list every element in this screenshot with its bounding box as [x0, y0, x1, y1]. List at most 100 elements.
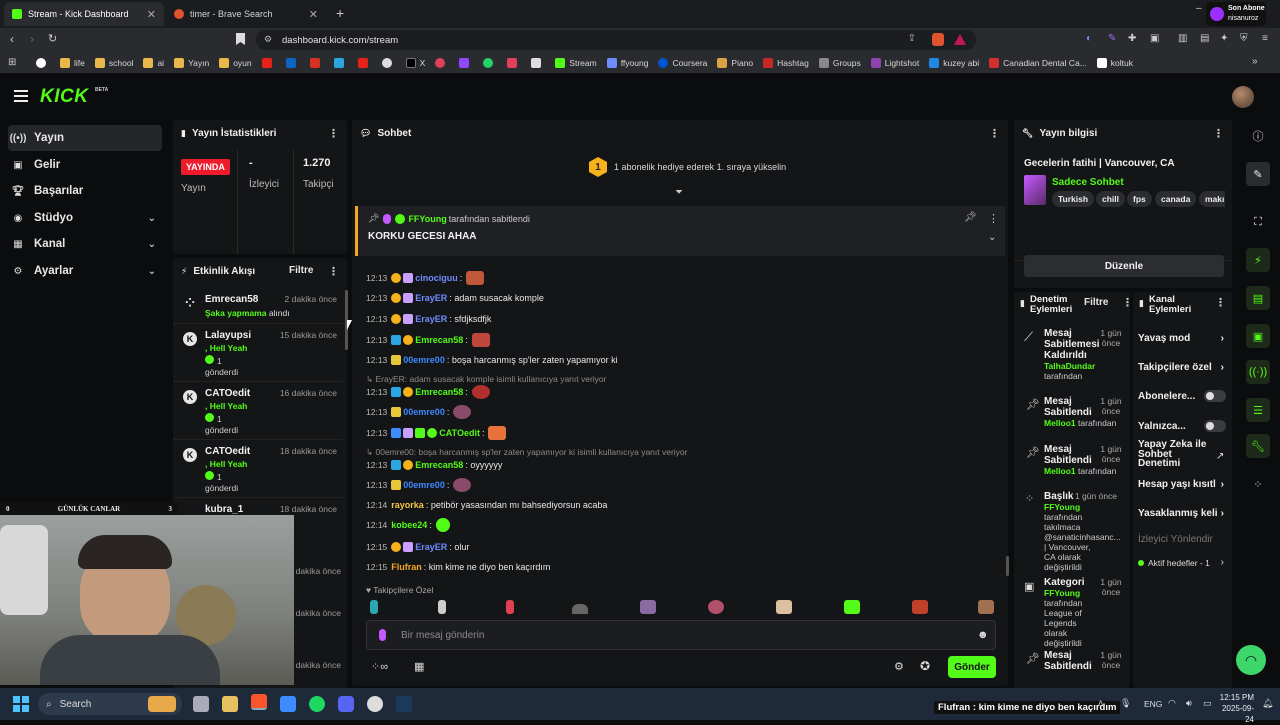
- emote-image[interactable]: [776, 600, 792, 614]
- tab-timer[interactable]: timer - Brave Search ✕: [166, 2, 326, 26]
- edit-icon[interactable]: ✎: [1246, 162, 1270, 186]
- bookmark-groups[interactable]: Groups: [818, 57, 861, 68]
- chat-bot-icon[interactable]: ✪: [920, 659, 930, 673]
- filter-button[interactable]: Filtre: [1084, 297, 1108, 308]
- chat-username[interactable]: 00emre00: [403, 355, 445, 365]
- bookmark-coursera[interactable]: Coursera: [658, 57, 707, 68]
- avatar[interactable]: [1232, 86, 1254, 108]
- extension-icon[interactable]: ◐: [1086, 33, 1092, 44]
- emote-image[interactable]: [844, 600, 860, 614]
- sidebar-item-gelir[interactable]: ▣ Gelir: [8, 152, 162, 178]
- channel-action-followers-only[interactable]: Takipçilere özel ›: [1138, 362, 1230, 373]
- bookmark-item[interactable]: [381, 57, 396, 68]
- more-options-icon[interactable]: ⋮: [328, 265, 339, 278]
- users-icon[interactable]: ⁘: [1246, 472, 1270, 496]
- bookmark-ffyoung[interactable]: ffyoung: [606, 57, 648, 68]
- forward-icon[interactable]: ›: [30, 32, 34, 46]
- extensions-icon[interactable]: ✚: [1128, 33, 1136, 44]
- clipboard-icon[interactable]: ▤: [1246, 286, 1270, 310]
- emote-image[interactable]: [640, 600, 656, 614]
- bookmark-stream[interactable]: Stream: [555, 57, 597, 68]
- sidebar-toggle-icon[interactable]: ▥: [1178, 33, 1187, 44]
- screenshot-icon[interactable]: ▣: [1150, 33, 1159, 44]
- stream-category[interactable]: Sadece Sohbet: [1052, 177, 1124, 188]
- steam-icon[interactable]: [396, 696, 412, 712]
- emoji-icon[interactable]: ☻: [977, 629, 989, 641]
- reload-icon[interactable]: ↻: [48, 32, 57, 45]
- emote-image[interactable]: [912, 600, 928, 614]
- bookmark-koltuk[interactable]: koltuk: [1096, 57, 1133, 68]
- chat-username[interactable]: 00emre00: [403, 480, 445, 490]
- bolt-icon[interactable]: ⚡︎: [1246, 248, 1270, 272]
- chat-username[interactable]: 00emre00: [403, 407, 445, 417]
- only-toggle[interactable]: [1204, 420, 1226, 432]
- unpin-icon[interactable]: 📌︎: [964, 212, 977, 223]
- broadcast-icon[interactable]: ((·)): [1246, 360, 1270, 384]
- minimize-icon[interactable]: –: [1196, 3, 1202, 14]
- more-options-icon[interactable]: ⋮: [1215, 296, 1226, 309]
- points-icon[interactable]: ⁘∞: [371, 660, 388, 673]
- brave-browser-icon[interactable]: [251, 694, 267, 710]
- info-icon[interactable]: ⓘ: [1246, 124, 1270, 148]
- chat-settings-icon[interactable]: ⚙: [894, 660, 904, 673]
- bookmark-item[interactable]: [36, 57, 50, 68]
- channel-action-ai-moderation[interactable]: Yapay Zeka ile Sohbet Denetimi: [1138, 440, 1216, 469]
- chat-username[interactable]: Emrecan58: [415, 335, 463, 345]
- layers-icon[interactable]: ☰: [1246, 398, 1270, 422]
- chat-username[interactable]: ErayER: [415, 314, 447, 324]
- sidebar-item-kanal[interactable]: ▦ Kanal ⌄: [8, 231, 162, 257]
- subscribers-toggle[interactable]: [1204, 390, 1226, 402]
- bookmark-item[interactable]: [333, 57, 348, 68]
- support-headset-icon[interactable]: ◠: [1236, 645, 1266, 675]
- chat-username[interactable]: CATOedit: [439, 428, 480, 438]
- chat-username[interactable]: ErayER: [415, 293, 447, 303]
- emote-image[interactable]: [370, 600, 378, 614]
- chat-username[interactable]: rayorka: [391, 500, 424, 510]
- chat-bubble-icon[interactable]: ▣: [1246, 324, 1270, 348]
- bookmark-hashtag[interactable]: Hashtag: [763, 57, 809, 68]
- apps-grid-icon[interactable]: ⊞: [8, 57, 16, 68]
- kick-logo[interactable]: KICK: [40, 86, 88, 108]
- more-options-icon[interactable]: ⋮: [1213, 127, 1224, 140]
- chat-username[interactable]: Emrecan58: [415, 387, 463, 397]
- app-icon[interactable]: [280, 696, 296, 712]
- pinned-by-user[interactable]: FFYoung: [408, 214, 446, 224]
- new-tab-icon[interactable]: +: [336, 5, 344, 21]
- bookmark-x[interactable]: X: [405, 57, 425, 68]
- volume-icon[interactable]: 🔊︎: [1186, 698, 1192, 709]
- leo-icon[interactable]: ✦: [1220, 33, 1228, 44]
- more-options-icon[interactable]: ⋮: [1122, 296, 1130, 309]
- brave-rewards-icon[interactable]: [954, 34, 966, 45]
- bookmark-item[interactable]: [309, 57, 324, 68]
- chat-username[interactable]: ErayER: [415, 542, 447, 552]
- extension-pen-icon[interactable]: ✎: [1108, 33, 1116, 44]
- channel-action-banned-words[interactable]: Yasaklanmış keli ›: [1138, 508, 1230, 519]
- bookmark-folder[interactable]: school: [94, 57, 133, 68]
- notifications-icon[interactable]: 🔔︎: [1262, 698, 1273, 709]
- emote-image[interactable]: [978, 600, 994, 614]
- store-icon[interactable]: ▦: [414, 660, 424, 673]
- brave-shields-icon[interactable]: [932, 33, 944, 46]
- taskbar-search[interactable]: ⌕ Search: [38, 693, 182, 715]
- bookmark-item[interactable]: [459, 57, 473, 68]
- tab-stream[interactable]: Stream - Kick Dashboard ✕: [4, 2, 164, 26]
- fullscreen-icon[interactable]: ⛶: [1246, 210, 1270, 234]
- bookmark-item[interactable]: [483, 57, 497, 68]
- battery-icon[interactable]: ▭: [1203, 698, 1212, 709]
- chat-username[interactable]: kobee24: [391, 520, 427, 530]
- bookmark-piano[interactable]: Piano: [717, 57, 753, 68]
- filter-button[interactable]: Filtre: [289, 265, 313, 276]
- external-link-icon[interactable]: ↗: [1216, 451, 1224, 462]
- language-indicator[interactable]: ENG: [1144, 699, 1162, 709]
- emote-image[interactable]: [572, 604, 588, 614]
- channel-action-account-age[interactable]: Hesap yaşı kısıtl ›: [1138, 479, 1230, 490]
- close-tab-icon[interactable]: ✕: [147, 8, 156, 21]
- chat-username[interactable]: cinociguu: [415, 273, 458, 283]
- wallet-icon[interactable]: ▤: [1200, 33, 1209, 44]
- active-goals[interactable]: Aktif hedefler - 1 ›: [1138, 557, 1230, 569]
- spotify-icon[interactable]: [309, 696, 325, 712]
- more-options-icon[interactable]: ⋮: [988, 212, 999, 225]
- bookmark-folder[interactable]: ai: [143, 57, 164, 68]
- bookmark-item[interactable]: [285, 57, 300, 68]
- url-field[interactable]: ⚙ dashboard.kick.com/stream ⇪: [256, 30, 976, 50]
